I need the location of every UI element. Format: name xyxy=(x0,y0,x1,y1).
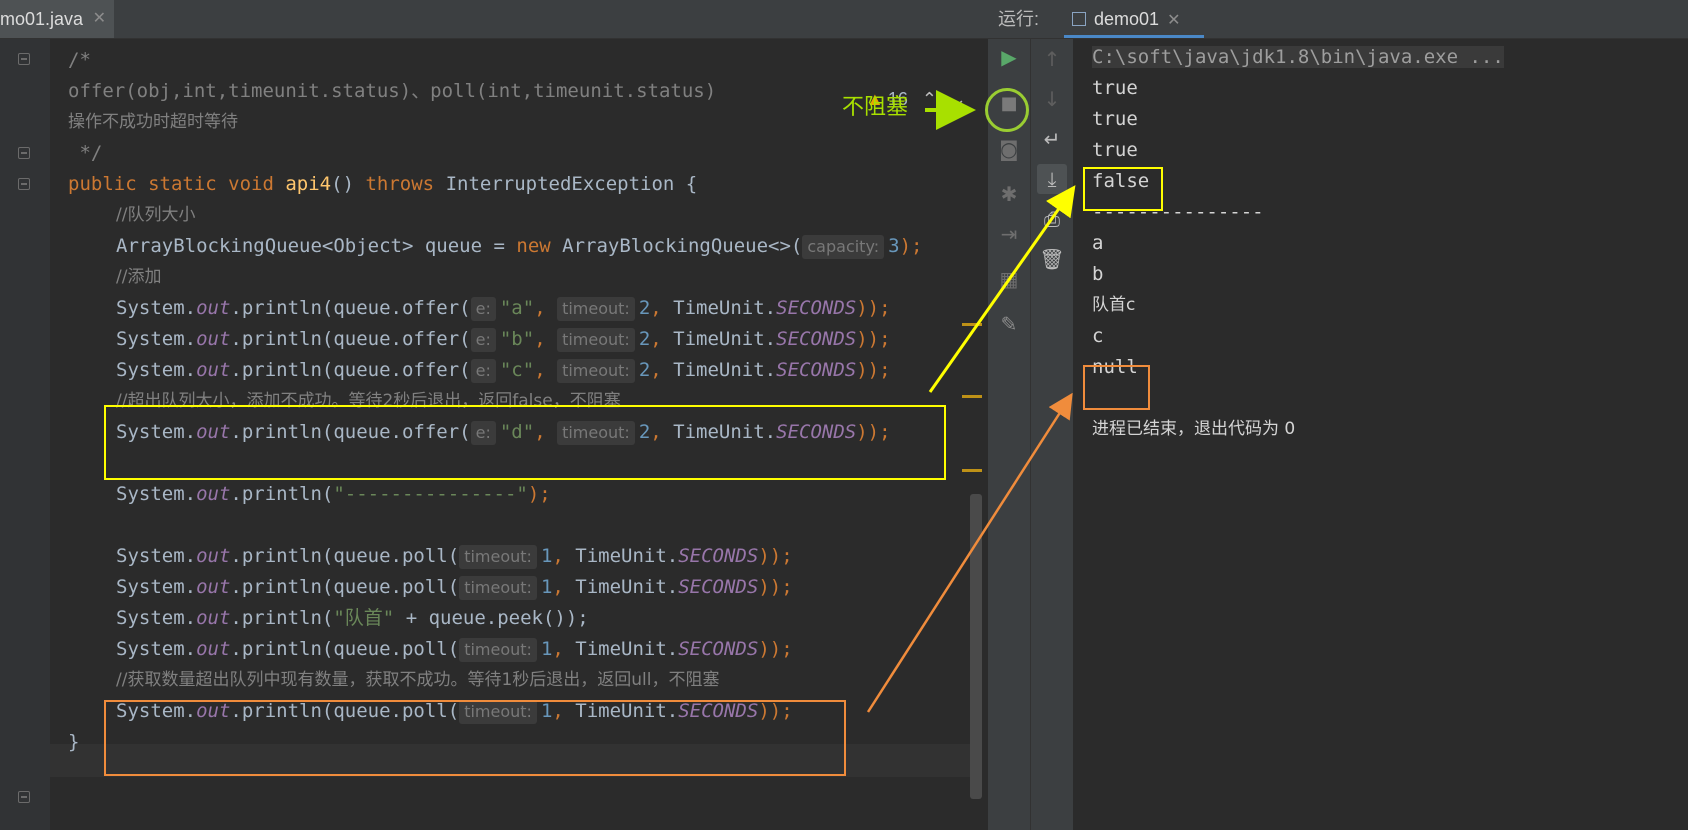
arrow-offer-to-false xyxy=(928,185,1076,393)
arrow-poll-to-null xyxy=(866,392,1073,713)
annotation-arrows xyxy=(866,90,1076,713)
